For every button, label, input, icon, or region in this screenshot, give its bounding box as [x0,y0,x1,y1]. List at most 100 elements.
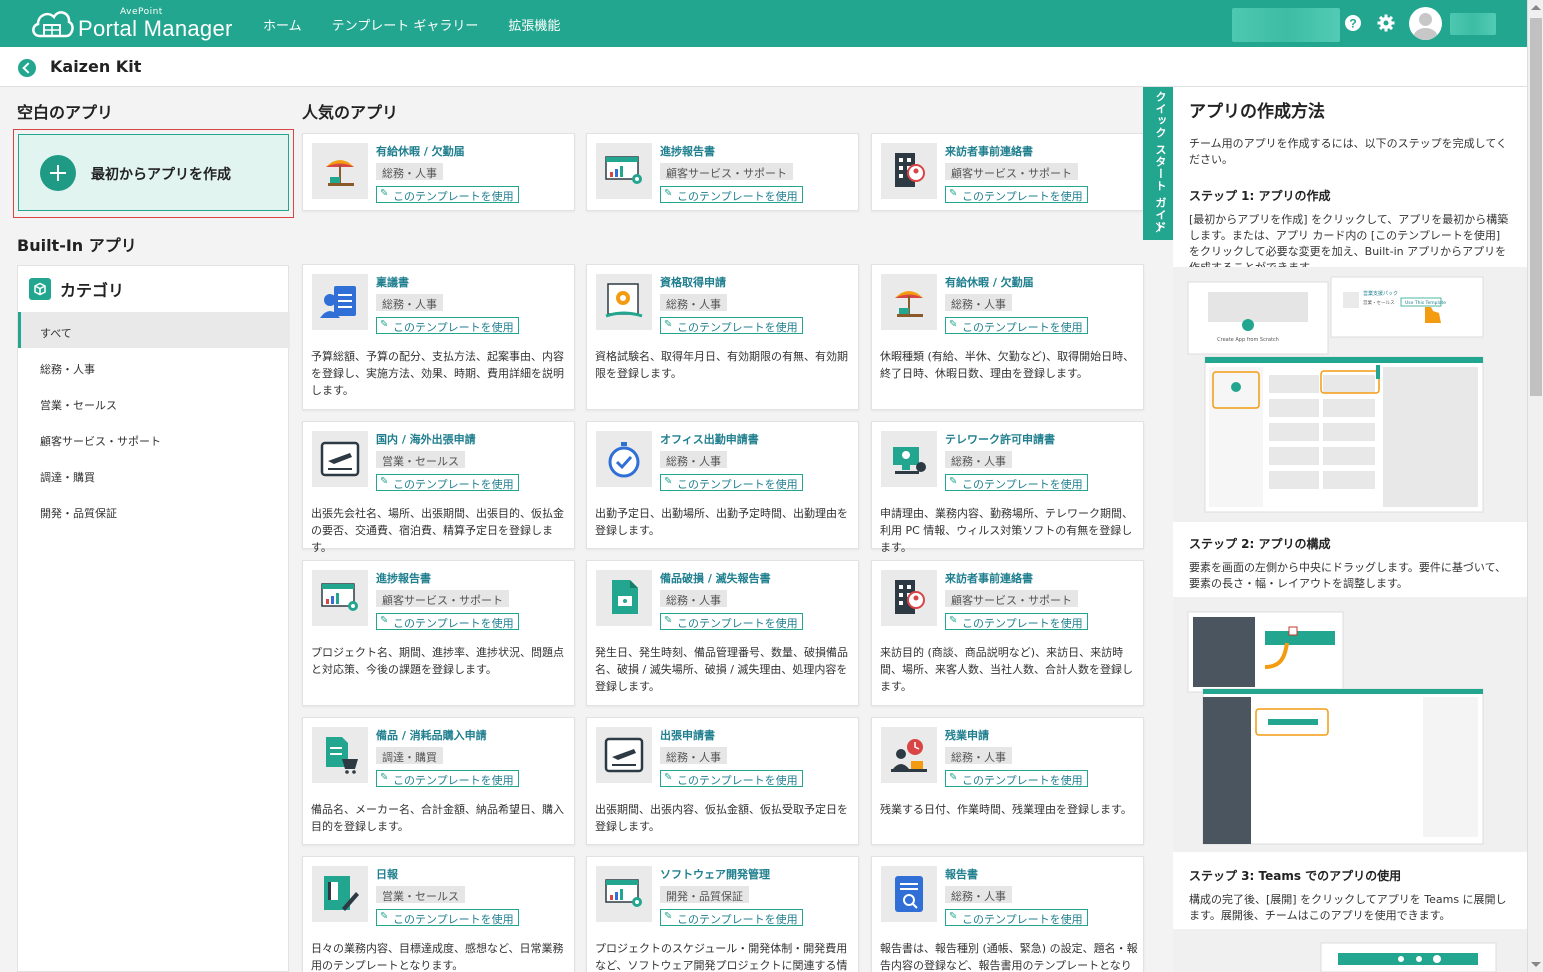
card-title[interactable]: テレワーク許可申請書 [945,431,1055,447]
card-title[interactable]: 進捗報告書 [660,143,715,159]
category-item-procurement[interactable]: 調達・購買 [18,456,290,492]
app-card[interactable]: 備品 / 消耗品購入申請 調達・購買 このテンプレートを使用 備品名、メーカー名… [302,717,575,845]
card-description: 備品名、メーカー名、合計金額、納品希望日、購入目的を登録します。 [311,803,564,833]
app-logo[interactable]: AvePoint Portal Manager [30,4,245,44]
use-template-button[interactable]: このテンプレートを使用 [376,317,519,334]
use-template-button[interactable]: このテンプレートを使用 [376,186,519,203]
scroll-up-arrow-icon[interactable] [1531,5,1541,10]
card-title[interactable]: 有給休暇 / 欠勤届 [945,274,1034,290]
popular-card[interactable]: 来訪者事前連絡書 顧客サービス・サポート このテンプレートを使用 [871,133,1144,211]
use-template-button[interactable]: このテンプレートを使用 [660,909,803,926]
app-card[interactable]: ソフトウェア開発管理 開発・品質保証 このテンプレートを使用 プロジェクトのスケ… [586,856,859,972]
card-title[interactable]: 報告書 [945,866,978,882]
card-title[interactable]: ソフトウェア開発管理 [660,866,770,882]
category-tag: 調達・購買 [376,747,443,764]
category-tag: 顧客サービス・サポート [945,163,1078,180]
card-title[interactable]: 国内 / 海外出張申請 [376,431,476,447]
progress-report-icon [596,866,652,922]
use-template-button[interactable]: このテンプレートを使用 [660,186,803,203]
scrollbar-thumb[interactable] [1530,18,1542,396]
category-tag: 総務・人事 [945,451,1012,468]
card-title[interactable]: オフィス出勤申請書 [660,431,759,447]
card-title[interactable]: 来訪者事前連絡書 [945,143,1033,159]
card-title[interactable]: 出張申請書 [660,727,715,743]
nav-home[interactable]: ホーム [263,15,302,34]
category-tag: 総務・人事 [660,294,727,311]
category-item-hr[interactable]: 総務・人事 [18,348,290,384]
app-card[interactable]: 出張申請書 総務・人事 このテンプレートを使用 出張期間、出張内容、仮払金額、仮… [586,717,859,845]
use-template-button[interactable]: このテンプレートを使用 [376,613,519,630]
illustration-card-title: 営業支援パック [1363,290,1398,297]
page-scrollbar[interactable] [1527,0,1543,972]
app-card[interactable]: 日報 営業・セールス このテンプレートを使用 日々の業務内容、目標達成度、感想な… [302,856,575,972]
app-card[interactable]: 有給休暇 / 欠勤届 総務・人事 このテンプレートを使用 休暇種類 (有給、半休… [871,264,1144,410]
popular-card[interactable]: 進捗報告書 顧客サービス・サポート このテンプレートを使用 [586,133,859,211]
category-item-sales[interactable]: 営業・セールス [18,384,290,420]
use-template-button[interactable]: このテンプレートを使用 [945,474,1088,491]
use-template-button[interactable]: このテンプレートを使用 [660,474,803,491]
use-template-button[interactable]: このテンプレートを使用 [376,909,519,926]
app-card[interactable]: 来訪者事前連絡書 顧客サービス・サポート このテンプレートを使用 来訪目的 (商… [871,560,1144,706]
use-template-button[interactable]: このテンプレートを使用 [945,317,1088,334]
scroll-down-arrow-icon[interactable] [1531,962,1541,967]
svg-text:?: ? [1349,17,1356,31]
avatar[interactable] [1409,7,1442,40]
card-title[interactable]: 稟議書 [376,274,409,290]
app-card[interactable]: 国内 / 海外出張申請 営業・セールス このテンプレートを使用 出張先会社名、場… [302,421,575,554]
app-card[interactable]: 稟議書 総務・人事 このテンプレートを使用 予算総額、予算の配分、支払方法、起案… [302,264,575,410]
use-template-button[interactable]: このテンプレートを使用 [660,613,803,630]
app-card[interactable]: 資格取得申請 総務・人事 このテンプレートを使用 資格試験名、取得年月日、有効期… [586,264,859,410]
nav-extensions[interactable]: 拡張機能 [508,15,560,34]
certificate-icon [596,274,652,330]
popular-card[interactable]: 有給休暇 / 欠勤届 総務・人事 このテンプレートを使用 [302,133,575,211]
card-description: 報告書は、報告種別 (通帳、緊急) の設定、題名・報告内容の登録など、報告書用の… [880,942,1138,972]
card-description: プロジェクト名、期間、進捗率、進捗状況、問題点と対応策、今後の課題を登録します。 [311,646,564,676]
back-icon[interactable] [18,59,36,77]
category-box-icon [29,278,51,300]
card-title[interactable]: 来訪者事前連絡書 [945,570,1033,586]
use-template-button[interactable]: このテンプレートを使用 [660,770,803,787]
category-item-all[interactable]: すべて [18,312,290,348]
card-title[interactable]: 残業申請 [945,727,989,743]
category-tag: 総務・人事 [376,294,443,311]
card-description: 日々の業務内容、目標達成度、感想など、日常業務用のテンプレートとなります。 [311,942,564,972]
app-card[interactable]: 報告書 総務・人事 このテンプレートを使用 報告書は、報告種別 (通帳、緊急) … [871,856,1144,972]
quick-start-guide-tab[interactable]: クイック スタート ガイド [1143,87,1174,240]
card-title[interactable]: 資格取得申請 [660,274,726,290]
use-template-button[interactable]: このテンプレートを使用 [376,474,519,491]
page-title: Kaizen Kit [50,57,142,76]
app-card[interactable]: 残業申請 総務・人事 このテンプレートを使用 残業する日付、作業時間、残業理由を… [871,717,1144,845]
use-template-button[interactable]: このテンプレートを使用 [945,613,1088,630]
card-title[interactable]: 日報 [376,866,398,882]
use-template-button[interactable]: このテンプレートを使用 [376,770,519,787]
help-icon[interactable]: ? [1343,13,1363,33]
user-name[interactable] [1450,13,1496,35]
nav-template-gallery[interactable]: テンプレート ギャラリー [332,15,479,34]
tenant-selector[interactable] [1232,8,1340,42]
card-title[interactable]: 備品破損 / 滅失報告書 [660,570,771,586]
app-card[interactable]: 備品破損 / 滅失報告書 総務・人事 このテンプレートを使用 発生日、発生時刻、… [586,560,859,706]
app-card[interactable]: オフィス出勤申請書 総務・人事 このテンプレートを使用 出勤予定日、出勤場所、出… [586,421,859,549]
category-item-dev-qa[interactable]: 開発・品質保証 [18,492,290,528]
purchase-icon [312,727,368,783]
card-title[interactable]: 有給休暇 / 欠勤届 [376,143,465,159]
use-template-button[interactable]: このテンプレートを使用 [945,909,1088,926]
use-template-button[interactable]: このテンプレートを使用 [945,770,1088,787]
gear-icon[interactable] [1376,13,1396,33]
illustration-card-use: Use This Template [1405,300,1446,306]
create-from-scratch-button[interactable]: 最初からアプリを作成 [18,134,289,211]
category-panel: カテゴリ すべて 総務・人事 営業・セールス 顧客サービス・サポート 調達・購買… [17,265,290,972]
quick-start-guide-panel: アプリの作成方法 チーム用のアプリを作成するには、以下のステップを完成してくださ… [1173,87,1527,972]
popular-heading: 人気のアプリ [302,103,399,122]
app-card[interactable]: テレワーク許可申請書 総務・人事 このテンプレートを使用 申請理由、業務内容、勤… [871,421,1144,554]
card-description: 出張期間、出張内容、仮払金額、仮払受取予定日を登録します。 [595,803,848,833]
card-title[interactable]: 備品 / 消耗品購入申請 [376,727,487,743]
card-title[interactable]: 進捗報告書 [376,570,431,586]
app-card[interactable]: 進捗報告書 顧客サービス・サポート このテンプレートを使用 プロジェクト名、期間… [302,560,575,706]
top-bar: AvePoint Portal Manager ホーム テンプレート ギャラリー… [0,0,1527,47]
blank-app-heading: 空白のアプリ [17,103,114,122]
use-template-button[interactable]: このテンプレートを使用 [945,186,1088,203]
category-tag: 顧客サービス・サポート [945,590,1078,607]
use-template-button[interactable]: このテンプレートを使用 [660,317,803,334]
category-item-support[interactable]: 顧客サービス・サポート [18,420,290,456]
